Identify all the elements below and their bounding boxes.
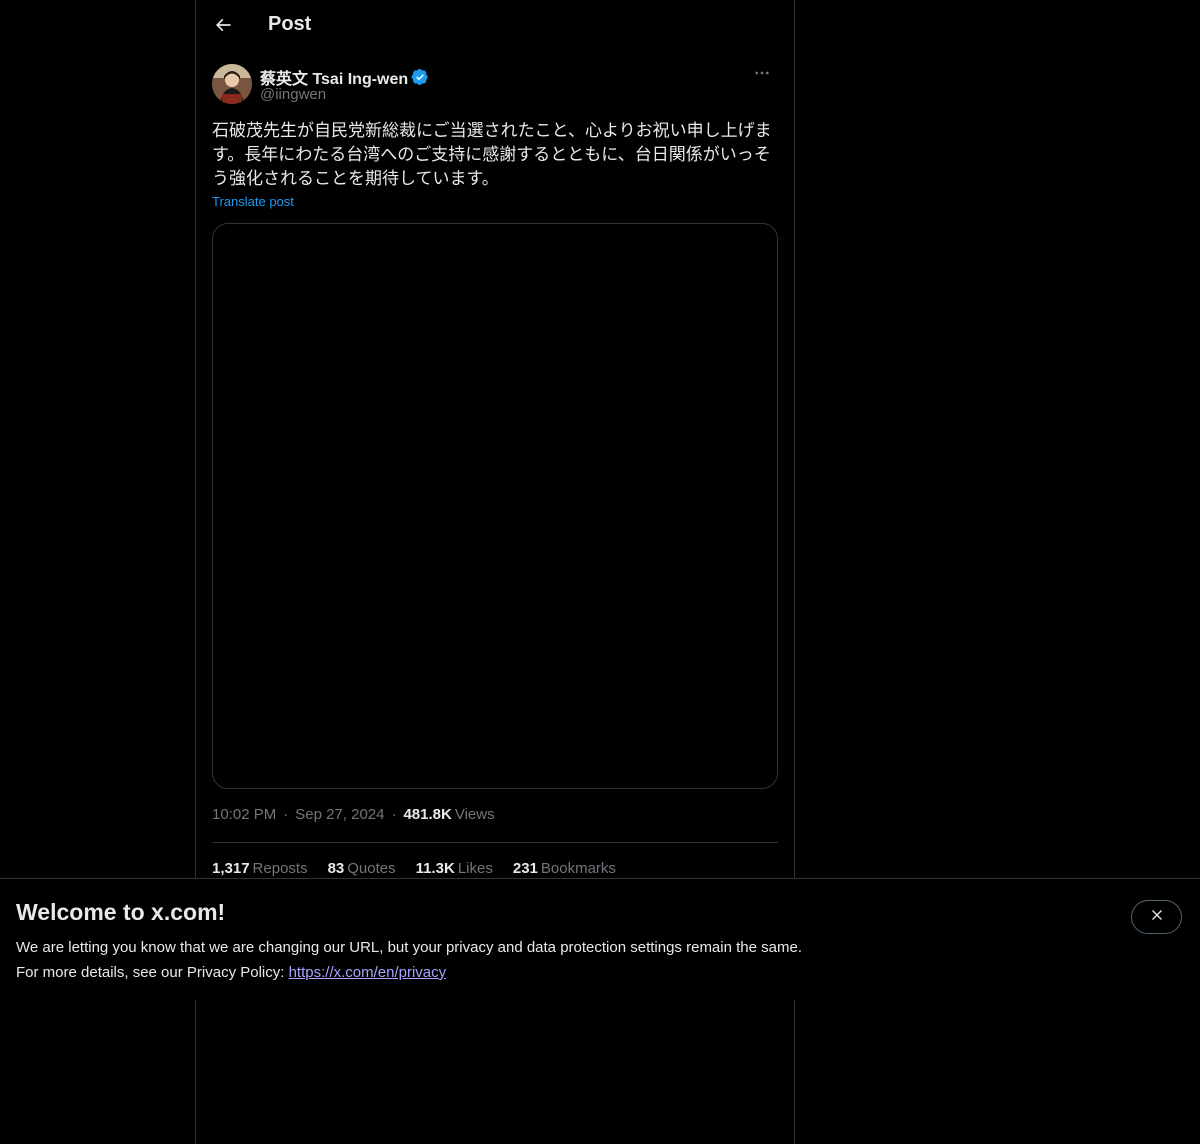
privacy-policy-link[interactable]: https://x.com/en/privacy [289, 964, 447, 981]
separator-dot: · [391, 806, 397, 823]
banner-text: We are letting you know that we are chan… [16, 935, 802, 985]
translate-post-link[interactable]: Translate post [212, 194, 294, 209]
post-text: 石破茂先生が自民党新総裁にご当選されたこと、心よりお祝い申し上げます。長年にわた… [212, 121, 772, 189]
quotes-count: 83 [327, 860, 345, 877]
banner-line-2: For more details, see our Privacy Policy… [16, 960, 802, 985]
banner-line-2-prefix: For more details, see our Privacy Policy… [16, 964, 289, 981]
avatar[interactable] [212, 64, 252, 104]
close-icon [1149, 907, 1165, 928]
bookmarks-count: 231 [512, 860, 538, 877]
bookmarks-label: Bookmarks [540, 860, 616, 877]
post-date[interactable]: Sep 27, 2024 [295, 806, 384, 823]
bookmarks-stat[interactable]: 231 Bookmarks [513, 860, 616, 877]
author-row: 蔡英文 Tsai Ing-wen @iingwen [212, 64, 778, 106]
page-title: Post [268, 13, 312, 35]
engagement-stats: 1,317 Reposts 83 Quotes 11.3K Likes 231 Book… [212, 860, 636, 877]
post-header: Post [196, 0, 794, 53]
more-options-button[interactable] [746, 64, 778, 86]
views-count: 481.8K [403, 806, 452, 823]
views-label: Views [454, 806, 495, 823]
separator-dot: · [283, 806, 289, 823]
post-time[interactable]: 10:02 PM [212, 806, 276, 823]
close-banner-button[interactable] [1131, 900, 1182, 934]
banner-line-1: We are letting you know that we are chan… [16, 939, 802, 956]
author-handle[interactable]: @iingwen [260, 86, 326, 103]
post-media[interactable] [212, 223, 778, 789]
verified-badge-icon [411, 68, 429, 86]
reposts-label: Reposts [252, 860, 308, 877]
reposts-count: 1,317 [212, 860, 250, 877]
divider [212, 842, 778, 843]
likes-count: 11.3K [415, 860, 455, 877]
more-horizontal-icon [753, 64, 771, 87]
quotes-stat[interactable]: 83 Quotes [328, 860, 396, 877]
post-meta: 10:02 PM · Sep 27, 2024 · 481.8K Views [212, 806, 495, 823]
reposts-stat[interactable]: 1,317 Reposts [212, 860, 308, 877]
arrow-left-icon [213, 15, 233, 40]
likes-stat[interactable]: 11.3K Likes [416, 860, 493, 877]
likes-label: Likes [457, 860, 493, 877]
quotes-label: Quotes [347, 860, 396, 877]
back-button[interactable] [206, 10, 240, 44]
banner-title: Welcome to x.com! [16, 899, 226, 925]
welcome-banner: Welcome to x.com! We are letting you kno… [0, 878, 1200, 1000]
